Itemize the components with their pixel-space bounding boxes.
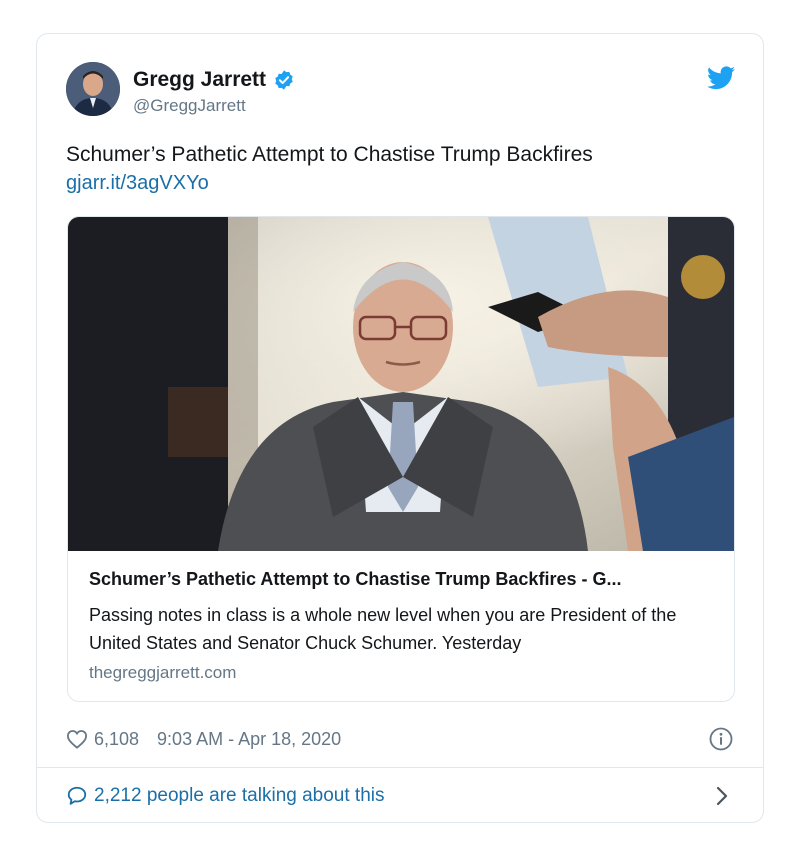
speech-bubble-icon [67, 786, 87, 805]
article-photo[interactable] [68, 217, 734, 551]
tweet-link[interactable]: gjarr.it/3agVXYo [66, 172, 209, 195]
tweet-text: Schumer’s Pathetic Attempt to Chastise T… [66, 143, 593, 166]
author-name-text[interactable]: Gregg Jarrett [133, 68, 266, 92]
link-preview-card[interactable]: Schumer’s Pathetic Attempt to Chastise T… [67, 216, 735, 702]
tweet-meta: 6,108 9:03 AM - Apr 18, 2020 [66, 727, 341, 751]
author-avatar[interactable] [66, 62, 120, 116]
twitter-bird-icon[interactable] [707, 66, 735, 90]
conversation-link[interactable]: 2,212 people are talking about this [66, 783, 385, 809]
divider [37, 767, 763, 768]
author-name[interactable]: Gregg Jarrett [133, 68, 295, 92]
tweet-timestamp[interactable]: 9:03 AM - Apr 18, 2020 [157, 729, 341, 750]
author-handle[interactable]: @GreggJarrett [133, 96, 246, 116]
like-count[interactable]: 6,108 [94, 729, 139, 750]
embedded-tweet-card: Gregg Jarrett @GreggJarrett Schumer’s Pa… [36, 33, 764, 823]
heart-icon[interactable] [66, 729, 88, 749]
link-card-description: Passing notes in class is a whole new le… [89, 605, 677, 653]
chevron-right-icon[interactable] [715, 785, 729, 807]
info-icon[interactable] [709, 727, 733, 751]
conversation-count-text[interactable]: 2,212 people are talking about this [94, 785, 385, 807]
link-card-domain: thegreggjarrett.com [89, 663, 237, 682]
link-card-title[interactable]: Schumer’s Pathetic Attempt to Chastise T… [89, 569, 621, 590]
verified-badge-icon [275, 70, 293, 90]
